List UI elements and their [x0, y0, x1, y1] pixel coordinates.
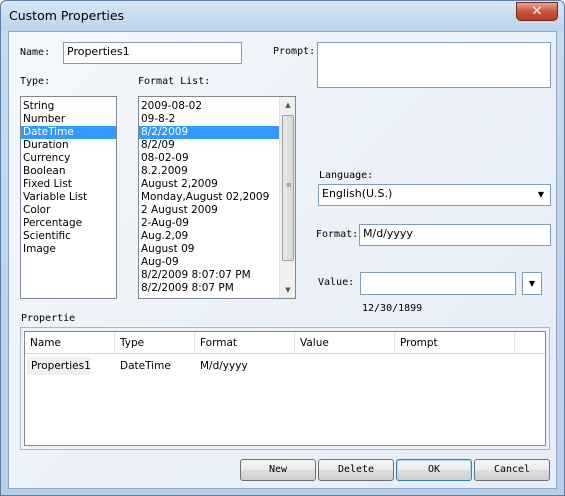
format-list-item[interactable]: Monday,August 02,2009	[139, 191, 279, 204]
grid-header: Name Type Format Value Prompt	[25, 332, 545, 354]
type-listbox[interactable]: String Number DateTime Duration Currency Bool…	[20, 96, 117, 299]
format-list-item[interactable]: 8/2/2009 8:07:07 PM	[139, 269, 279, 282]
type-list-item[interactable]: Currency	[21, 152, 116, 165]
format-list-item[interactable]: 2009-08-02	[139, 100, 279, 113]
chevron-down-icon: ▼	[537, 190, 545, 199]
column-header-name[interactable]: Name	[25, 332, 115, 354]
value-label: Value:	[318, 277, 355, 288]
column-header-value[interactable]: Value	[295, 332, 395, 354]
new-button[interactable]: New	[240, 459, 316, 481]
type-list-item[interactable]: Percentage	[21, 217, 116, 230]
format-label: Format:	[316, 229, 359, 240]
prompt-input[interactable]	[317, 42, 551, 88]
language-label: Language:	[319, 170, 374, 181]
name-label: Name:	[20, 47, 51, 58]
format-input-value: M/d/yyyy	[363, 227, 413, 240]
scroll-up-icon[interactable]: ▲	[280, 97, 295, 113]
language-value: English(U.S.)	[322, 187, 393, 200]
type-list-item[interactable]: Image	[21, 243, 116, 256]
format-list-item[interactable]: August 09	[139, 243, 279, 256]
row-value-cell[interactable]	[296, 357, 394, 375]
type-list-item[interactable]: Number	[21, 113, 116, 126]
row-prompt-cell[interactable]	[396, 357, 514, 375]
type-list-item[interactable]: Fixed List	[21, 178, 116, 191]
format-list-item[interactable]: 09-8-2	[139, 113, 279, 126]
row-format-cell[interactable]: M/d/yyyy	[196, 357, 294, 375]
type-list-item[interactable]: Duration	[21, 139, 116, 152]
type-list-item[interactable]: Variable List	[21, 191, 116, 204]
window-title: Custom Properties	[9, 8, 125, 23]
type-list-item[interactable]: Boolean	[21, 165, 116, 178]
type-list-item[interactable]: Color	[21, 204, 116, 217]
language-select[interactable]: English(U.S.) ▼	[318, 184, 551, 206]
properties-frame: Name Type Format Value Prompt Properties…	[20, 327, 550, 450]
scrollbar-thumb[interactable]: ≡	[282, 115, 294, 261]
format-list-item[interactable]: 8/2/09	[139, 139, 279, 152]
format-listbox[interactable]: 2009-08-02 09-8-2 8/2/2009 8/2/09 08-02-09 8.…	[138, 96, 296, 299]
format-list-item[interactable]: Aug.2,09	[139, 230, 279, 243]
format-list-label: Format List:	[138, 76, 211, 87]
type-label: Type:	[20, 76, 51, 87]
value-dropdown-button[interactable]: ▼	[522, 272, 542, 295]
format-items: 2009-08-02 09-8-2 8/2/2009 8/2/09 08-02-09 8.…	[139, 100, 279, 295]
value-input[interactable]	[360, 272, 516, 295]
dialog-body: Name: Properties1 Prompt: Type: String Nu…	[8, 31, 557, 489]
properties-label: Propertie	[21, 313, 76, 324]
name-input-value: Properties1	[67, 45, 130, 58]
format-list-item[interactable]: 2-Aug-09	[139, 217, 279, 230]
format-input[interactable]: M/d/yyyy	[359, 224, 551, 246]
title-bar[interactable]: Custom Properties ✕	[1, 1, 564, 31]
grip-icon: ≡	[286, 181, 292, 189]
value-preview: 12/30/1899	[362, 303, 423, 314]
type-list-item[interactable]: DateTime	[21, 126, 116, 139]
close-icon: ✕	[531, 4, 543, 19]
chevron-down-icon: ▼	[528, 279, 536, 288]
column-header-prompt[interactable]: Prompt	[395, 332, 515, 354]
type-list-item[interactable]: Scientific	[21, 230, 116, 243]
custom-properties-dialog: Custom Properties ✕ Name: Properties1 Pr…	[0, 0, 565, 496]
type-list-item[interactable]: String	[21, 100, 116, 113]
prompt-label: Prompt:	[273, 46, 316, 57]
format-list-item[interactable]: Aug-09	[139, 256, 279, 269]
row-type-cell[interactable]: DateTime	[116, 357, 194, 375]
format-list-scrollbar[interactable]: ▲ ≡ ▼	[279, 97, 295, 298]
name-input[interactable]: Properties1	[63, 42, 242, 64]
format-list-item[interactable]: 08-02-09	[139, 152, 279, 165]
format-list-item[interactable]: 2 August 2009	[139, 204, 279, 217]
column-header-type[interactable]: Type	[115, 332, 195, 354]
scroll-down-icon[interactable]: ▼	[280, 282, 295, 298]
cancel-button[interactable]: Cancel	[474, 459, 550, 481]
column-header-format[interactable]: Format	[195, 332, 295, 354]
row-name-cell[interactable]: Properties1	[27, 357, 91, 375]
properties-grid[interactable]: Name Type Format Value Prompt Properties…	[24, 331, 546, 446]
delete-button[interactable]: Delete	[318, 459, 394, 481]
ok-button[interactable]: OK	[396, 459, 472, 481]
format-list-item[interactable]: August 2,2009	[139, 178, 279, 191]
format-list-item[interactable]: 8/2/2009	[139, 126, 279, 139]
format-list-item[interactable]: 8.2.2009	[139, 165, 279, 178]
close-button[interactable]: ✕	[516, 2, 558, 21]
format-list-item[interactable]: 8/2/2009 8:07 PM	[139, 282, 279, 295]
